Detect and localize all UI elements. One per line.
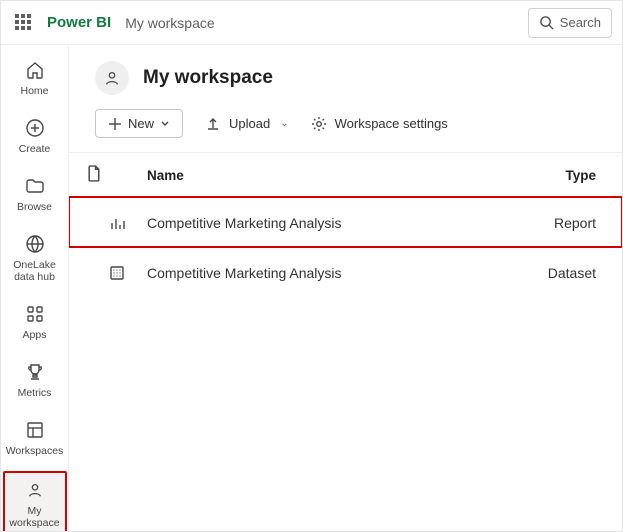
gear-icon <box>311 116 327 132</box>
nav-home[interactable]: Home <box>5 53 65 105</box>
table-row[interactable]: Competitive Marketing Analysis Dataset <box>69 247 622 297</box>
nav-my-workspace-label: My workspace <box>5 505 65 529</box>
workspaces-icon <box>25 419 45 441</box>
table-row[interactable]: Competitive Marketing Analysis Report <box>69 197 622 247</box>
settings-label: Workspace settings <box>335 116 448 131</box>
onelake-icon <box>25 233 45 255</box>
file-icon <box>87 165 147 185</box>
app-launcher-icon[interactable] <box>15 14 33 32</box>
top-bar: Power BI My workspace Search <box>1 1 622 45</box>
nav-metrics-label: Metrics <box>18 387 52 399</box>
nav-my-workspace[interactable]: My workspace <box>5 473 65 532</box>
person-icon <box>103 69 121 87</box>
nav-browse-label: Browse <box>17 201 52 213</box>
trophy-icon <box>25 361 45 383</box>
workspace-header: My workspace <box>69 45 622 105</box>
row-name: Competitive Marketing Analysis <box>147 265 512 281</box>
breadcrumb[interactable]: My workspace <box>125 15 214 31</box>
report-icon <box>87 215 147 231</box>
nav-metrics[interactable]: Metrics <box>5 355 65 407</box>
page-title: My workspace <box>143 67 273 89</box>
chevron-down-icon <box>160 119 170 129</box>
new-button-label: New <box>128 116 154 131</box>
plus-icon <box>108 117 122 131</box>
nav-my-workspace-highlight: My workspace <box>3 471 67 532</box>
table-header: Name Type <box>69 165 622 197</box>
content-table: Name Type Competitive Marketing Analysis… <box>69 153 622 297</box>
row-name: Competitive Marketing Analysis <box>147 215 512 231</box>
nav-apps-label: Apps <box>23 329 47 341</box>
nav-workspaces[interactable]: Workspaces <box>5 413 65 465</box>
nav-onelake[interactable]: OneLake data hub <box>5 227 65 291</box>
search-icon <box>539 15 554 30</box>
search-placeholder: Search <box>560 15 601 30</box>
person-icon <box>26 479 44 501</box>
nav-onelake-label: OneLake data hub <box>5 259 65 283</box>
row-type: Dataset <box>512 265 602 281</box>
nav-apps[interactable]: Apps <box>5 297 65 349</box>
nav-browse[interactable]: Browse <box>5 169 65 221</box>
nav-home-label: Home <box>20 85 48 97</box>
dataset-icon <box>87 265 147 281</box>
nav-create[interactable]: Create <box>5 111 65 163</box>
home-icon <box>25 59 45 81</box>
upload-icon <box>205 116 221 132</box>
workspace-settings-button[interactable]: Workspace settings <box>311 116 448 132</box>
workspace-avatar <box>95 61 129 95</box>
search-input[interactable]: Search <box>528 8 612 38</box>
col-type-header[interactable]: Type <box>512 168 602 183</box>
upload-label: Upload <box>229 116 270 131</box>
main-content: My workspace New Upload ⌄ Workspace sett… <box>69 45 622 531</box>
row-type: Report <box>512 215 602 231</box>
nav-create-label: Create <box>19 143 51 155</box>
nav-workspaces-label: Workspaces <box>6 445 64 457</box>
new-button[interactable]: New <box>95 109 183 138</box>
create-icon <box>25 117 45 139</box>
col-name-header[interactable]: Name <box>147 168 512 183</box>
upload-button[interactable]: Upload ⌄ <box>205 116 289 132</box>
chevron-down-icon: ⌄ <box>280 118 288 129</box>
toolbar: New Upload ⌄ Workspace settings <box>69 105 622 153</box>
brand-label: Power BI <box>47 14 111 31</box>
left-nav-rail: Home Create Browse OneLake data hub Apps… <box>1 45 69 531</box>
folder-icon <box>25 175 45 197</box>
apps-icon <box>25 303 45 325</box>
